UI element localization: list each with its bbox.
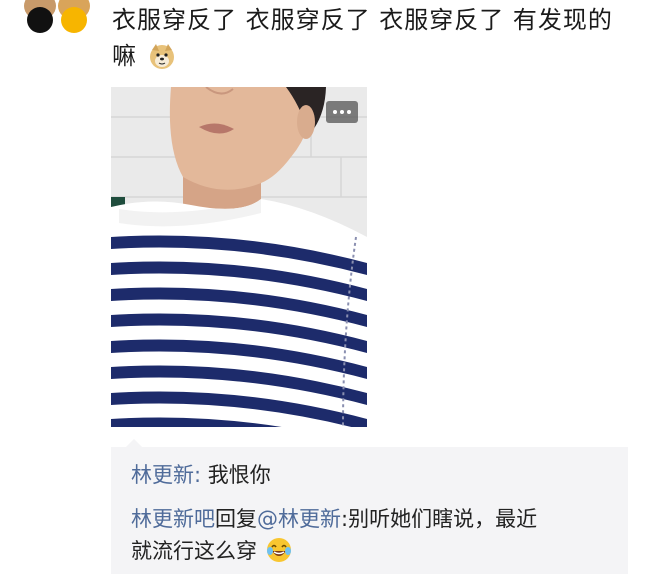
- comments-box: 林更新: 我恨你 林更新吧回复@林更新:别听她们瞎说，最近 就流行这么穿: [111, 447, 628, 574]
- comment-text: 我恨你: [207, 463, 271, 487]
- comment-author[interactable]: 林更新吧: [131, 507, 215, 531]
- post-text-content: 衣服穿反了 衣服穿反了 衣服穿反了 有发现的嘛: [112, 6, 613, 70]
- comments-pointer: [126, 439, 142, 447]
- laughing-tears-emoji-icon: [266, 537, 292, 563]
- post-photo[interactable]: [111, 87, 367, 427]
- post-text: 衣服穿反了 衣服穿反了 衣服穿反了 有发现的嘛: [112, 2, 632, 74]
- more-dot-icon: [347, 110, 351, 114]
- comment-2[interactable]: 林更新吧回复@林更新:别听她们瞎说，最近: [131, 503, 537, 535]
- more-dot-icon: [333, 110, 337, 114]
- comment-text: 就流行这么穿: [131, 539, 257, 563]
- comment-mention[interactable]: @林更新: [257, 507, 341, 531]
- reply-label: 回复: [215, 507, 257, 531]
- comment-2-continued[interactable]: 就流行这么穿: [131, 535, 292, 567]
- comment-1[interactable]: 林更新: 我恨你: [131, 459, 271, 491]
- comment-separator: :: [194, 463, 208, 487]
- avatar[interactable]: [22, 0, 92, 35]
- comment-author[interactable]: 林更新: [131, 463, 194, 487]
- more-options-button[interactable]: [326, 101, 358, 123]
- doge-emoji-icon: [148, 42, 176, 70]
- more-dot-icon: [340, 110, 344, 114]
- comment-text: 别听她们瞎说，最近: [348, 507, 538, 531]
